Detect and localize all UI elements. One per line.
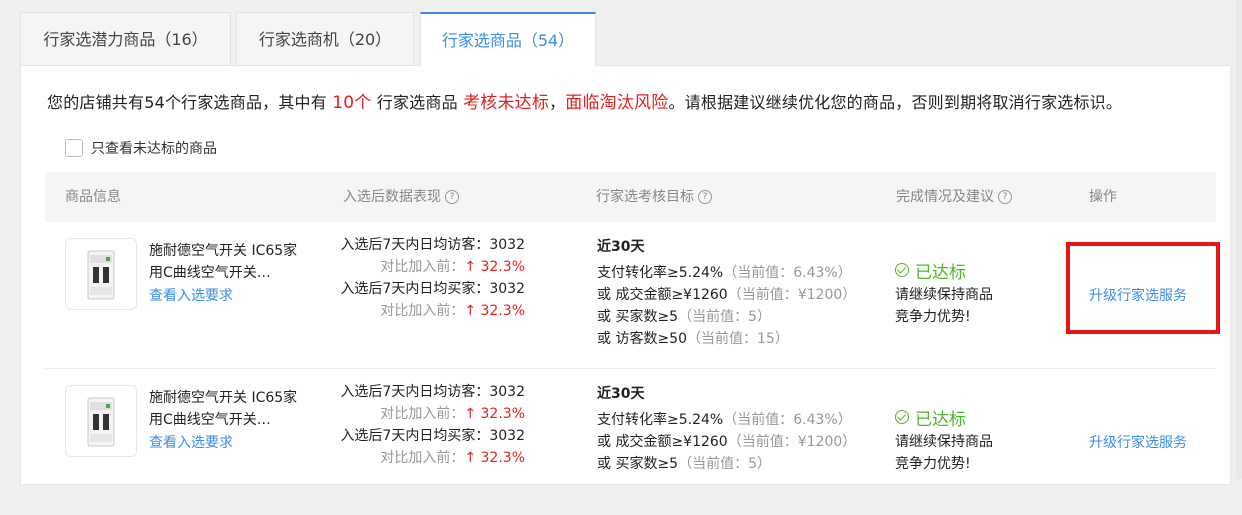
filter-unqualified[interactable]: 只查看未达标的商品 — [65, 138, 217, 158]
target-conversion: 支付转化率≥5.24%（当前值：6.43%） — [597, 262, 856, 284]
visitors-value: 3032 — [489, 237, 525, 253]
target-value: 支付转化率≥5.24% — [597, 412, 724, 428]
buyers-label: 入选后7天内日均买家： — [340, 428, 490, 444]
target-visitors: 或 访客数≥50（当前值：15） — [597, 328, 856, 350]
advice-text: 竞争力优势! — [895, 309, 971, 325]
circuit-breaker-image — [87, 397, 115, 447]
column-label: 操作 — [1089, 189, 1117, 205]
target-gmv: 或 成交金额≥¥1260（当前值：¥1200） — [597, 431, 856, 453]
current-value: （当前值：5） — [678, 456, 772, 472]
product-name[interactable]: 施耐德空气开关 IC65家用C曲线空气开关… — [149, 240, 309, 284]
visitors-label: 入选后7天内日均访客： — [340, 384, 490, 400]
visitors-label: 入选后7天内日均访客： — [340, 237, 490, 253]
table-header: 商品信息 入选后数据表现? 行家选考核目标? 完成情况及建议? 操作 — [45, 172, 1216, 222]
completion-status: 已达标 请继续保持商品 竞争力优势! — [895, 258, 993, 328]
current-value: （当前值：¥1200） — [727, 434, 857, 450]
filter-checkbox[interactable] — [65, 139, 83, 157]
help-icon[interactable]: ? — [698, 190, 712, 204]
column-label: 商品信息 — [65, 189, 121, 205]
table-row: 施耐德空气开关 IC65家用C曲线空气开关… 查看入选要求 入选后7天内日均访客… — [45, 222, 1216, 369]
notice-warning-risk: 面临淘汰风险 — [565, 93, 669, 113]
circuit-breaker-image — [87, 250, 115, 300]
help-icon[interactable]: ? — [998, 190, 1012, 204]
column-product: 商品信息 — [65, 172, 121, 222]
compare-label: 对比加入前： — [380, 406, 465, 422]
target-value: 或 买家数≥5 — [597, 309, 679, 325]
notice-count: 10个 — [332, 93, 372, 113]
content-panel: 您的店铺共有54个行家选商品，其中有 10个 行家选商品 考核未达标，面临淘汰风… — [20, 65, 1231, 485]
status-badge: 已达标 — [915, 409, 966, 430]
buyers-change: ↑ 32.3% — [464, 450, 525, 466]
column-target: 行家选考核目标? — [596, 172, 712, 222]
advice-text: 请继续保持商品 — [895, 287, 993, 303]
product-thumbnail[interactable] — [65, 238, 137, 310]
target-conversion: 支付转化率≥5.24%（当前值：6.43%） — [597, 409, 856, 431]
current-value: （当前值：5） — [678, 309, 772, 325]
column-label: 完成情况及建议 — [896, 189, 994, 205]
column-label: 行家选考核目标 — [596, 189, 694, 205]
view-requirements-link[interactable]: 查看入选要求 — [149, 432, 233, 452]
check-circle-icon — [895, 263, 909, 277]
target-buyers: 或 买家数≥5（当前值：5） — [597, 306, 856, 328]
visitors-change: ↑ 32.3% — [464, 259, 525, 275]
compare-label: 对比加入前： — [380, 450, 465, 466]
target-value: 或 访客数≥50 — [597, 331, 687, 347]
compare-label: 对比加入前： — [380, 259, 465, 275]
notice-part: ， — [549, 93, 566, 112]
column-status: 完成情况及建议? — [896, 172, 1012, 222]
target-value: 或 成交金额≥¥1260 — [597, 434, 728, 450]
visitors-change: ↑ 32.3% — [464, 406, 525, 422]
target-buyers: 或 买家数≥5（当前值：5） — [597, 453, 856, 475]
product-name[interactable]: 施耐德空气开关 IC65家用C曲线空气开关… — [149, 387, 309, 431]
notice-text: 您的店铺共有54个行家选商品，其中有 10个 行家选商品 考核未达标，面临淘汰风… — [47, 88, 1122, 113]
tab-potential-products[interactable]: 行家选潜力商品（16） — [20, 12, 231, 65]
column-action: 操作 — [1089, 172, 1117, 222]
window-edge — [1236, 0, 1242, 479]
tab-opportunities[interactable]: 行家选商机（20） — [236, 12, 414, 65]
compare-label: 对比加入前： — [380, 303, 465, 319]
current-value: （当前值：6.43%） — [723, 412, 852, 428]
notice-warning-fail: 考核未达标 — [463, 93, 550, 113]
target-value: 或 成交金额≥¥1260 — [597, 287, 728, 303]
buyers-value: 3032 — [489, 428, 525, 444]
view-requirements-link[interactable]: 查看入选要求 — [149, 285, 233, 305]
product-thumbnail[interactable] — [65, 385, 137, 457]
target-gmv: 或 成交金额≥¥1260（当前值：¥1200） — [597, 284, 856, 306]
buyers-label: 入选后7天内日均买家： — [340, 281, 490, 297]
completion-status: 已达标 请继续保持商品 竞争力优势! — [895, 405, 993, 475]
performance-data: 入选后7天内日均访客：3032 对比加入前：↑ 32.3% 入选后7天内日均买家… — [335, 234, 525, 322]
check-circle-icon — [895, 410, 909, 424]
assessment-target: 近30天 支付转化率≥5.24%（当前值：6.43%） 或 成交金额≥¥1260… — [597, 383, 856, 475]
buyers-value: 3032 — [489, 281, 525, 297]
column-performance: 入选后数据表现? — [343, 172, 459, 222]
assessment-target: 近30天 支付转化率≥5.24%（当前值：6.43%） 或 成交金额≥¥1260… — [597, 236, 856, 350]
notice-part: 。请根据建议继续优化您的商品，否则到期将取消行家选标识。 — [668, 93, 1123, 112]
tab-selected-products[interactable]: 行家选商品（54） — [420, 12, 596, 67]
help-icon[interactable]: ? — [445, 190, 459, 204]
performance-data: 入选后7天内日均访客：3032 对比加入前：↑ 32.3% 入选后7天内日均买家… — [335, 381, 525, 469]
upgrade-service-button[interactable]: 升级行家选服务 — [1089, 432, 1187, 452]
current-value: （当前值：6.43%） — [723, 265, 852, 281]
notice-part: 您的店铺共有54个行家选商品，其中有 — [47, 93, 333, 112]
notice-part: 行家选商品 — [371, 93, 464, 112]
target-value: 支付转化率≥5.24% — [597, 265, 724, 281]
status-badge: 已达标 — [915, 262, 966, 283]
target-period: 近30天 — [597, 239, 645, 255]
buyers-change: ↑ 32.3% — [464, 303, 525, 319]
column-label: 入选后数据表现 — [343, 189, 441, 205]
current-value: （当前值：15） — [687, 331, 789, 347]
target-period: 近30天 — [597, 386, 645, 402]
current-value: （当前值：¥1200） — [727, 287, 857, 303]
target-value: 或 买家数≥5 — [597, 456, 679, 472]
advice-text: 请继续保持商品 — [895, 434, 993, 450]
visitors-value: 3032 — [489, 384, 525, 400]
advice-text: 竞争力优势! — [895, 456, 971, 472]
table-row: 施耐德空气开关 IC65家用C曲线空气开关… 查看入选要求 入选后7天内日均访客… — [45, 369, 1216, 515]
filter-label: 只查看未达标的商品 — [91, 141, 217, 157]
highlight-box — [1066, 242, 1220, 334]
